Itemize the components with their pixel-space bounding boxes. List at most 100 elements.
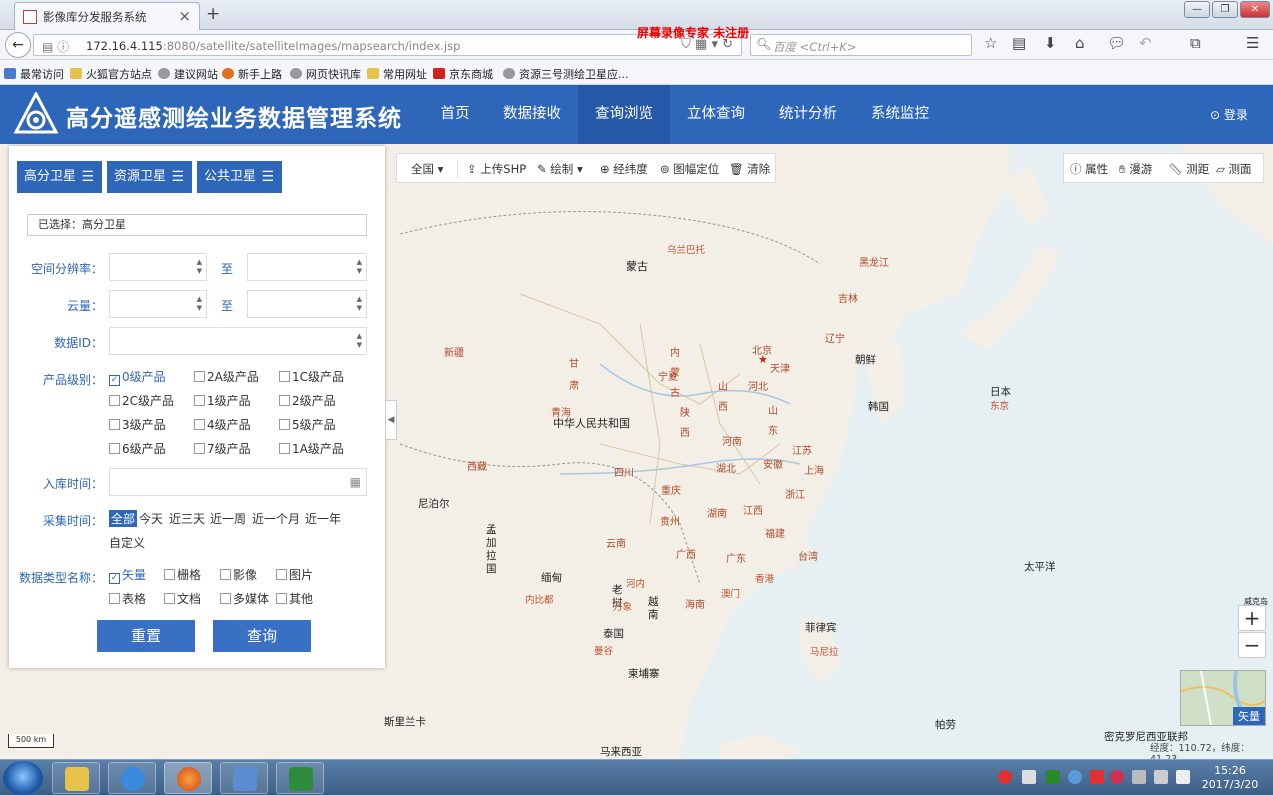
resolution-min-input[interactable]: ▲ ▼	[109, 253, 207, 281]
extension-icon[interactable]: ⧉	[1190, 34, 1201, 52]
collect-option[interactable]: 近一周	[210, 510, 246, 527]
region-dropdown[interactable]: 全国 ▾	[411, 161, 443, 177]
clear-button[interactable]: 🗑︎ 清除	[729, 161, 770, 177]
spinner-icon[interactable]: ▲ ▼	[357, 258, 362, 276]
bookmark-item[interactable]: 常用网址	[367, 66, 427, 82]
bookmark-item[interactable]: 新手上路	[222, 66, 282, 82]
login-link[interactable]: ⊙ 登录	[1210, 106, 1248, 123]
collect-option[interactable]: 近一年	[305, 510, 341, 527]
new-tab-button[interactable]: +	[206, 4, 220, 24]
browser-tab[interactable]: 影像库分发服务系统 ×	[14, 2, 200, 30]
collapse-panel-button[interactable]: ◀	[385, 400, 397, 440]
nav-data-receive[interactable]: 数据接收	[494, 85, 570, 144]
level-checkbox[interactable]: 1C级产品	[279, 368, 344, 385]
lonlat-button[interactable]: ⊕ 经纬度	[600, 161, 648, 177]
taskbar-ie[interactable]	[108, 762, 156, 794]
attribute-button[interactable]: ⓘ 属性	[1070, 161, 1108, 177]
close-window-button[interactable]: ✕	[1240, 1, 1270, 18]
chat-icon[interactable]: 💬︎	[1107, 34, 1126, 52]
sheet-locate-button[interactable]: ⊚ 图幅定位	[660, 161, 719, 177]
query-button[interactable]: 查询	[213, 620, 311, 652]
reset-button[interactable]: 重置	[97, 620, 195, 652]
level-checkbox[interactable]: 2A级产品	[194, 368, 259, 385]
clock[interactable]: 15:26 2017/3/20	[1200, 764, 1260, 792]
data-type-checkbox[interactable]: 文档	[164, 590, 201, 607]
bookmark-item[interactable]: 最常访问	[4, 66, 64, 82]
data-type-checkbox[interactable]: 图片	[276, 566, 313, 583]
bookmark-item[interactable]: 网页快讯库	[290, 66, 361, 82]
measure-distance-button[interactable]: 📏︎ 测距	[1168, 161, 1209, 177]
home-icon[interactable]: ⌂	[1075, 34, 1085, 52]
bookmark-star-icon[interactable]: ☆	[984, 34, 997, 52]
back-button[interactable]: ←	[5, 32, 31, 58]
basemap-switcher[interactable]: 矢量	[1180, 670, 1266, 727]
tab-gaofen-satellite[interactable]: 高分卫星 ☰	[17, 161, 102, 193]
tray-icon[interactable]	[1068, 770, 1082, 784]
bookmark-item[interactable]: 建议网站	[158, 66, 218, 82]
level-checkbox[interactable]: 3级产品	[109, 416, 166, 433]
collect-option[interactable]: 全部	[109, 510, 138, 527]
pan-button[interactable]: ✋︎ 漫游	[1119, 161, 1152, 177]
start-button[interactable]	[3, 761, 43, 795]
tray-icon[interactable]	[1110, 770, 1124, 784]
calendar-icon[interactable]: ▦	[350, 475, 361, 489]
close-tab-icon[interactable]: ×	[178, 7, 191, 25]
reading-list-icon[interactable]: ▤	[1012, 34, 1026, 52]
level-checkbox[interactable]: 2C级产品	[109, 392, 174, 409]
tray-icon[interactable]	[1132, 770, 1146, 784]
level-checkbox[interactable]: 2级产品	[279, 392, 336, 409]
tray-icon[interactable]	[998, 770, 1012, 784]
spinner-icon[interactable]: ▲ ▼	[357, 295, 362, 313]
browser-search-box[interactable]: 🔍︎ 百度 <Ctrl+K>	[750, 34, 972, 56]
level-checkbox[interactable]: ✓ 0级产品	[109, 368, 166, 386]
taskbar-network[interactable]	[220, 762, 268, 794]
level-checkbox[interactable]: 1级产品	[194, 392, 251, 409]
maximize-button[interactable]: ❐	[1212, 1, 1238, 18]
level-checkbox[interactable]: 4级产品	[194, 416, 251, 433]
bookmark-item[interactable]: 京东商城	[433, 66, 493, 82]
minimize-button[interactable]: —	[1184, 1, 1210, 18]
bookmark-item[interactable]: 资源三号测绘卫星应...	[503, 66, 629, 82]
data-type-checkbox[interactable]: 多媒体	[220, 590, 269, 607]
tray-icon[interactable]	[1046, 770, 1060, 784]
taskbar-explorer[interactable]	[52, 762, 100, 794]
tab-public-satellite[interactable]: 公共卫星 ☰	[197, 161, 282, 193]
level-checkbox[interactable]: 1A级产品	[279, 440, 344, 457]
collect-option[interactable]: 近一个月	[252, 510, 300, 527]
data-type-checkbox[interactable]: 表格	[109, 590, 146, 607]
data-type-checkbox[interactable]: 栅格	[164, 566, 201, 583]
bookmark-item[interactable]: 火狐官方站点	[70, 66, 152, 82]
spinner-icon[interactable]: ▲ ▼	[197, 295, 202, 313]
spinner-icon[interactable]: ▲ ▼	[197, 258, 202, 276]
tray-icon[interactable]	[1090, 770, 1104, 784]
page-info-icon[interactable]: ▤ ⓘ	[42, 38, 69, 55]
nav-system-monitor[interactable]: 系统监控	[862, 85, 938, 144]
collect-option[interactable]: 今天	[139, 510, 163, 527]
tab-resource-satellite[interactable]: 资源卫星 ☰	[107, 161, 192, 193]
zoom-in-button[interactable]: +	[1238, 605, 1266, 631]
zoom-out-button[interactable]: −	[1238, 632, 1266, 658]
level-checkbox[interactable]: 6级产品	[109, 440, 166, 457]
cloud-max-input[interactable]: ▲ ▼	[247, 290, 367, 318]
menu-icon[interactable]: ☰	[1246, 34, 1259, 52]
draw-dropdown[interactable]: ✎ 绘制 ▾	[537, 161, 583, 177]
data-type-checkbox[interactable]: 其他	[276, 590, 313, 607]
data-id-input[interactable]: ▲ ▼	[109, 327, 367, 355]
nav-query-browse[interactable]: 查询浏览	[578, 85, 670, 144]
volume-icon[interactable]	[1176, 770, 1190, 784]
tray-icon[interactable]	[1154, 770, 1168, 784]
collect-option[interactable]: 自定义	[109, 534, 145, 551]
data-type-checkbox[interactable]: ✓ 矢量	[109, 566, 146, 584]
nav-stereo-query[interactable]: 立体查询	[678, 85, 754, 144]
download-icon[interactable]: ⬇	[1044, 34, 1057, 52]
upload-shp-button[interactable]: ⇪ 上传SHP	[467, 161, 526, 177]
cloud-min-input[interactable]: ▲ ▼	[109, 290, 207, 318]
taskbar-excel[interactable]	[276, 762, 324, 794]
resolution-max-input[interactable]: ▲ ▼	[247, 253, 367, 281]
spinner-icon[interactable]: ▲ ▼	[357, 332, 362, 350]
level-checkbox[interactable]: 7级产品	[194, 440, 251, 457]
taskbar-firefox[interactable]	[164, 762, 212, 794]
storage-time-input[interactable]: ▦	[109, 468, 367, 496]
nav-statistics[interactable]: 统计分析	[770, 85, 846, 144]
tray-icon[interactable]	[1022, 770, 1036, 784]
